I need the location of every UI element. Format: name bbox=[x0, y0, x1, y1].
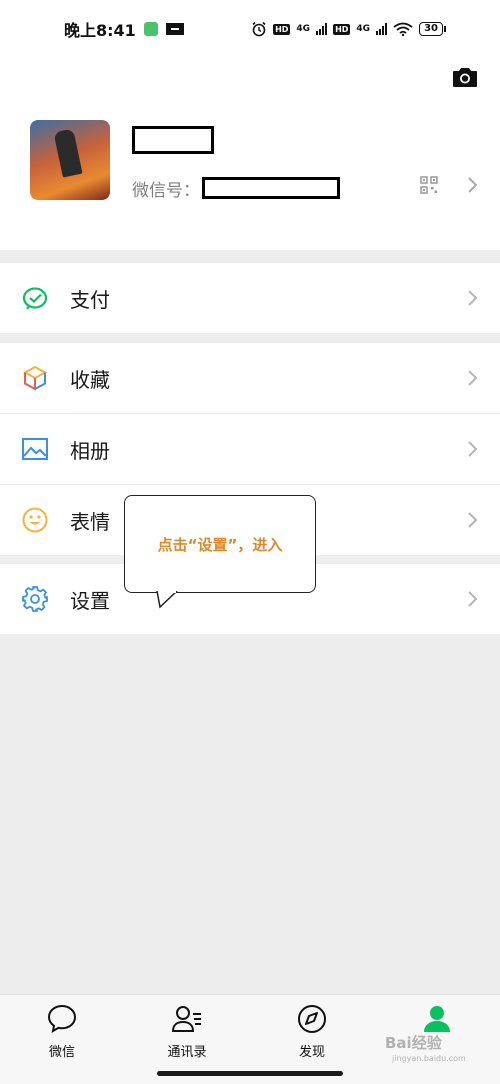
signal-1-icon bbox=[316, 23, 328, 35]
menu-item-pay-label: 支付 bbox=[70, 287, 110, 312]
chat-bubble-icon bbox=[47, 1004, 77, 1033]
person-icon bbox=[424, 1006, 450, 1032]
compass-icon bbox=[298, 1005, 326, 1033]
chevron-right-icon[interactable] bbox=[466, 176, 478, 194]
status-bar: 晚上8:41 HD 4G HD 4G 30 bbox=[0, 0, 500, 58]
chevron-right-icon bbox=[468, 591, 478, 607]
avatar-figure bbox=[53, 128, 83, 178]
network-type-1: 4G bbox=[296, 24, 311, 34]
instruction-callout-text: 点击“设置”，进入 bbox=[157, 535, 283, 554]
person-list-icon bbox=[171, 1006, 201, 1032]
status-time: 晚上8:41 bbox=[64, 21, 136, 40]
hd-badge-icon: HD bbox=[273, 23, 291, 35]
wifi-icon bbox=[393, 22, 413, 36]
menu-item-pay[interactable]: 支付 bbox=[0, 263, 500, 333]
callout-tail bbox=[156, 591, 178, 609]
message-notification-icon bbox=[165, 23, 184, 35]
smiley-icon bbox=[22, 507, 48, 533]
menu-item-album-label: 相册 bbox=[70, 438, 110, 463]
tab-contacts-label: 通讯录 bbox=[167, 1045, 207, 1060]
wallet-check-icon bbox=[22, 287, 48, 310]
tab-discover[interactable]: 发现 bbox=[267, 1003, 357, 1063]
status-right: HD 4G HD 4G 30 bbox=[251, 21, 446, 37]
menu-item-favorites-label: 收藏 bbox=[70, 367, 110, 392]
wechat-id-label: 微信号： bbox=[132, 181, 200, 201]
cube-icon bbox=[22, 365, 48, 391]
instruction-callout: 点击“设置”，进入 bbox=[124, 495, 316, 593]
chevron-right-icon bbox=[468, 441, 478, 457]
app-notification-icon bbox=[143, 22, 158, 36]
qr-code-icon[interactable] bbox=[420, 176, 438, 194]
chevron-right-icon bbox=[468, 370, 478, 386]
status-left: 晚上8:41 bbox=[64, 17, 184, 41]
menu-item-album[interactable]: 相册 bbox=[0, 414, 500, 484]
menu-item-settings-label: 设置 bbox=[70, 588, 110, 613]
image-icon bbox=[22, 438, 48, 460]
alarm-icon bbox=[252, 21, 266, 37]
signal-2-icon bbox=[376, 23, 388, 35]
chevron-right-icon bbox=[468, 512, 478, 528]
home-indicator[interactable] bbox=[157, 1071, 343, 1076]
gear-icon bbox=[22, 586, 48, 612]
tab-chats[interactable]: 微信 bbox=[17, 1003, 107, 1063]
battery-tip bbox=[444, 26, 446, 32]
tab-contacts[interactable]: 通讯录 bbox=[142, 1003, 232, 1063]
chevron-right-icon bbox=[468, 290, 478, 306]
network-type-2: 4G bbox=[356, 24, 371, 34]
menu-item-stickers-label: 表情 bbox=[70, 509, 110, 534]
wechat-id-redacted bbox=[202, 177, 340, 199]
nickname-redacted bbox=[132, 126, 214, 154]
tab-discover-label: 发现 bbox=[298, 1045, 325, 1060]
battery-icon: 30 bbox=[419, 22, 446, 36]
menu-item-favorites[interactable]: 收藏 bbox=[0, 343, 500, 413]
avatar[interactable] bbox=[30, 120, 110, 200]
battery-level: 30 bbox=[419, 22, 443, 36]
camera-icon[interactable] bbox=[452, 66, 478, 88]
tab-chats-label: 微信 bbox=[48, 1045, 75, 1060]
watermark: Bai经验 bbox=[385, 1034, 442, 1052]
watermark-sub: jingyan.baidu.com bbox=[392, 1054, 466, 1063]
hd-badge-2-icon: HD bbox=[333, 23, 351, 35]
profile-header[interactable]: 微信号： bbox=[0, 58, 500, 250]
